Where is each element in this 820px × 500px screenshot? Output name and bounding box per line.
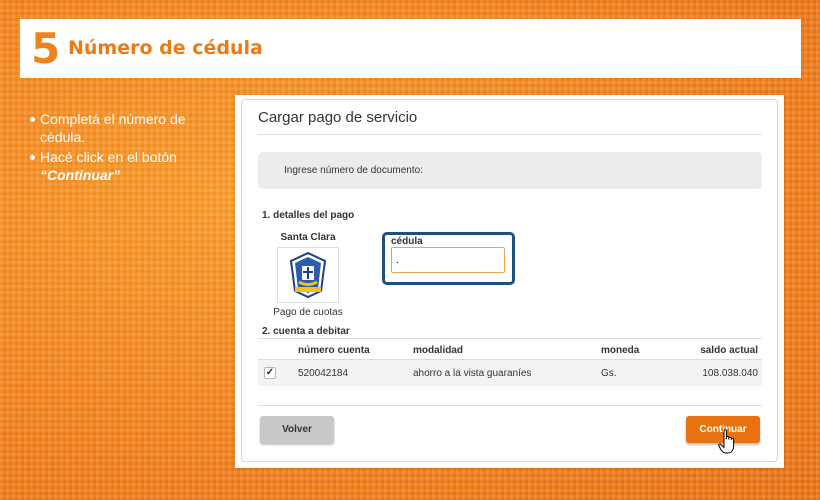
section-payment-details: 1. detalles del pago [262, 210, 355, 221]
table-header: número cuenta modalidad moneda saldo act… [258, 338, 762, 360]
payment-panel: Cargar pago de servicio Ingrese número d… [241, 99, 778, 462]
cedula-label: cédula [391, 236, 423, 247]
column-header: número cuenta [298, 345, 370, 356]
step-number: 5 [31, 24, 61, 73]
instructions-list: Completá el número de cédula. Hacé click… [28, 110, 208, 186]
document-prompt-box: Ingrese número de documento: [258, 152, 762, 189]
service-card[interactable]: Santa Clara Pago de cuotas [268, 232, 348, 318]
cedula-input[interactable] [391, 247, 505, 273]
column-header: saldo actual [700, 345, 758, 356]
account-number: 520042184 [298, 368, 349, 379]
instruction-text: Hacé click en el botón [40, 149, 177, 165]
column-header: modalidad [413, 345, 464, 356]
column-header: moneda [601, 345, 640, 356]
back-button[interactable]: Volver [260, 416, 334, 443]
school-crest-icon [277, 247, 339, 303]
account-checkbox[interactable]: ✓ [264, 367, 276, 379]
screenshot-frame: Cargar pago de servicio Ingrese número d… [235, 95, 784, 468]
instruction-button-name: “Continuar” [40, 167, 121, 183]
hand-cursor-icon [718, 429, 735, 454]
instruction-item: Hacé click en el botón “Continuar” [28, 148, 208, 184]
table-row[interactable]: ✓ 520042184 ahorro a la vista guaraníes … [258, 360, 762, 386]
document-label: Ingrese número de documento: [284, 165, 423, 176]
step-header: 5 Número de cédula [20, 19, 801, 78]
instruction-text: Completá el número de cédula. [40, 111, 186, 145]
account-currency: Gs. [601, 368, 617, 379]
divider [258, 405, 762, 406]
account-table: número cuenta modalidad moneda saldo act… [258, 338, 762, 386]
service-name: Santa Clara [280, 232, 336, 243]
step-title: Número de cédula [68, 37, 263, 59]
section-debit-account: 2. cuenta a debitar [262, 326, 350, 337]
account-type: ahorro a la vista guaraníes [413, 368, 532, 379]
account-balance: 108.038.040 [702, 368, 758, 379]
service-caption: Pago de cuotas [273, 307, 343, 318]
instruction-item: Completá el número de cédula. [28, 110, 208, 146]
cedula-field-group: cédula [382, 232, 515, 285]
divider [258, 134, 762, 135]
panel-title: Cargar pago de servicio [258, 109, 418, 126]
